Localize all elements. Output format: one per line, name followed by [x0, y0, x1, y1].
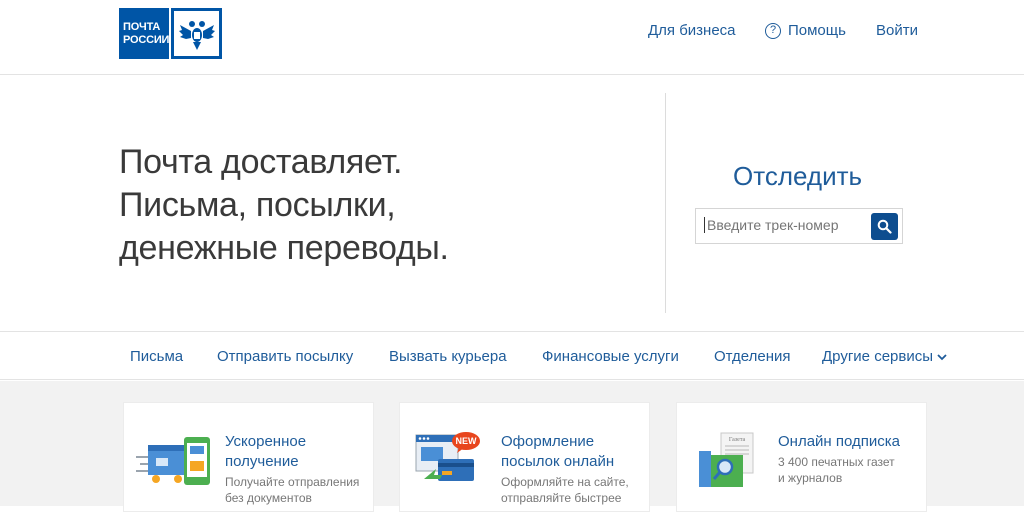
nav-call-courier[interactable]: Вызвать курьера	[389, 348, 507, 365]
nav-send-parcel[interactable]: Отправить посылку	[217, 348, 353, 365]
card-desc-line-2: и журналов	[778, 471, 843, 485]
svg-text:NEW: NEW	[456, 436, 478, 446]
card-title: Онлайн подписка	[778, 432, 900, 452]
site-header: ПОЧТА РОССИИ Для бизнеса ? Помощь Войти	[0, 0, 1024, 75]
new-badge-icon: NEW	[452, 432, 480, 453]
nav-other-services-label: Другие сервисы	[822, 348, 934, 365]
card-title-line-2: посылок онлайн	[501, 453, 615, 470]
eagle-emblem-icon	[171, 8, 222, 59]
track-number-input[interactable]	[704, 217, 864, 233]
card-title-line-1: Онлайн подписка	[778, 433, 900, 450]
card-description: Оформляйте на сайте, отправляйте быстрее	[501, 474, 629, 506]
nav-letters[interactable]: Письма	[130, 348, 183, 365]
track-search-button[interactable]	[871, 213, 898, 240]
nav-other-services[interactable]: Другие сервисы	[822, 348, 947, 365]
card-title: Ускоренное получение	[225, 432, 306, 472]
hero-divider	[665, 93, 666, 313]
search-icon	[877, 219, 892, 234]
track-form	[695, 208, 903, 244]
nav-business-link[interactable]: Для бизнеса	[648, 22, 736, 39]
card-desc-line-2: отправляйте быстрее	[501, 491, 622, 505]
nav-financial-services[interactable]: Финансовые услуги	[542, 348, 679, 365]
card-online-parcels[interactable]: NEW Оформление посылок онлайн Оформляйте…	[399, 402, 650, 512]
chevron-down-icon	[937, 354, 947, 361]
hero-line-1: Почта доставляет.	[119, 143, 403, 181]
hero-line-2: Письма, посылки,	[119, 186, 396, 224]
logo-line-1: ПОЧТА	[123, 20, 161, 33]
question-icon: ?	[765, 22, 781, 39]
card-fast-pickup[interactable]: Ускоренное получение Получайте отправлен…	[123, 402, 374, 512]
card-online-subscription[interactable]: Газета Онлайн подписка 3 400 печатных га…	[676, 402, 927, 512]
logo-line-2: РОССИИ	[123, 33, 170, 46]
card-desc-line-1: Получайте отправления	[225, 475, 360, 489]
main-nav: Письма Отправить посылку Вызвать курьера…	[0, 331, 1024, 380]
newspaper-icon: Газета	[699, 432, 754, 487]
pochta-logo[interactable]: ПОЧТА РОССИИ	[119, 8, 222, 59]
nav-login-link[interactable]: Войти	[876, 22, 918, 39]
logo-wordmark: ПОЧТА РОССИИ	[119, 8, 169, 59]
card-title-line-1: Оформление	[501, 433, 595, 450]
track-title: Отследить	[733, 161, 863, 191]
hero-line-3: денежные переводы.	[119, 229, 449, 267]
card-title: Оформление посылок онлайн	[501, 432, 614, 472]
card-title-line-2: получение	[225, 453, 299, 470]
card-desc-line-2: без документов	[225, 491, 312, 505]
svg-text:Газета: Газета	[729, 437, 746, 443]
card-description: Получайте отправления без документов	[225, 474, 359, 506]
nav-offices[interactable]: Отделения	[714, 348, 791, 365]
card-desc-line-1: 3 400 печатных газет	[778, 455, 895, 469]
nav-help-link[interactable]: ? Помощь	[765, 22, 846, 39]
card-title-line-1: Ускоренное	[225, 433, 307, 450]
hero-headline: Почта доставляет. Письма, посылки, денеж…	[119, 141, 449, 270]
nav-help-label: Помощь	[788, 22, 846, 39]
card-desc-line-1: Оформляйте на сайте,	[501, 475, 629, 489]
card-description: 3 400 печатных газет и журналов	[778, 454, 895, 486]
phone-parcel-icon	[136, 437, 210, 485]
